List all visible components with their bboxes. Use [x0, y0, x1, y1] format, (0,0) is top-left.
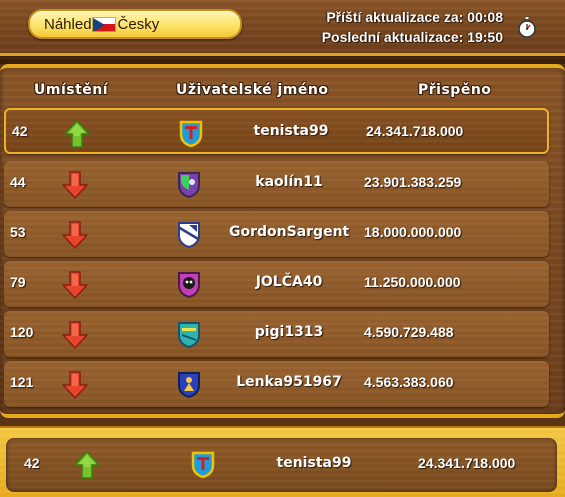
next-update-text: Příští aktualizace za: 00:08: [326, 9, 503, 25]
shield-blue-figure-icon: [178, 372, 200, 398]
language-label: Česky: [117, 15, 160, 33]
username[interactable]: tenista99: [254, 455, 374, 471]
trend-down-icon: [62, 371, 88, 399]
shield-T-icon: [191, 451, 215, 478]
rank-value: 42: [24, 455, 40, 471]
username[interactable]: pigi1313: [229, 324, 349, 340]
contributed-value: 11.250.000.000: [364, 274, 461, 290]
username[interactable]: JOLČA40: [229, 274, 349, 290]
shield-T-icon: [179, 120, 203, 147]
trend-up-icon: [64, 120, 90, 148]
rank-value: 42: [12, 123, 28, 139]
contributed-value: 4.590.729.488: [364, 324, 454, 340]
preview-language-dropdown[interactable]: Náhled Česky: [28, 9, 242, 39]
shield-skull-icon: [178, 272, 200, 298]
top-bar: Náhled Česky Příští aktualizace za: 00:0…: [0, 0, 565, 56]
shield-blue-white-icon: [178, 222, 200, 248]
trend-down-icon: [62, 221, 88, 249]
leaderboard-row-current[interactable]: 42 tenista99 24.341.718.000: [4, 108, 549, 154]
header-username: Uživatelské jméno: [176, 82, 329, 98]
contributed-value: 24.341.718.000: [366, 123, 464, 139]
leaderboard-row[interactable]: 53 GordonSargent 18.000.000.000: [4, 211, 549, 257]
rank-value: 79: [10, 274, 26, 290]
username[interactable]: Lenka951967: [229, 374, 349, 390]
username[interactable]: kaolín11: [229, 174, 349, 190]
leaderboard-row[interactable]: 79 JOLČA40 11.250.000.000: [4, 261, 549, 307]
czech-flag-icon: [91, 16, 116, 32]
leaderboard-row[interactable]: 120 pigi1313 4.590.729.488: [4, 311, 549, 357]
preview-label: Náhled: [44, 15, 92, 33]
contributed-value: 18.000.000.000: [364, 224, 462, 240]
current-player-footer: 42 tenista99 24.341.718.000: [0, 426, 565, 497]
leaderboard-panel: Umístění Uživatelské jméno Přispěno 42 t…: [0, 64, 565, 418]
username[interactable]: GordonSargent: [229, 224, 349, 240]
trend-down-icon: [62, 171, 88, 199]
rank-value: 120: [10, 324, 34, 340]
username[interactable]: tenista99: [231, 123, 351, 139]
trend-up-icon: [74, 451, 100, 479]
contributed-value: 24.341.718.000: [418, 455, 516, 471]
current-player-row[interactable]: 42 tenista99 24.341.718.000: [6, 438, 557, 492]
header-contributed: Přispěno: [418, 82, 492, 98]
rank-value: 121: [10, 374, 34, 390]
leaderboard-row[interactable]: 121 Lenka951967 4.563.383.060: [4, 361, 549, 407]
leaderboard-row[interactable]: 44 kaolín11 23.901.383.259: [4, 161, 549, 207]
contributed-value: 23.901.383.259: [364, 174, 462, 190]
trend-down-icon: [62, 271, 88, 299]
shield-green-purple-icon: [178, 172, 200, 198]
contributed-value: 4.563.383.060: [364, 374, 454, 390]
trend-down-icon: [62, 321, 88, 349]
stopwatch-icon[interactable]: [517, 16, 537, 38]
rank-value: 53: [10, 224, 26, 240]
header-rank: Umístění: [34, 82, 109, 98]
shield-teal-icon: [178, 322, 200, 348]
last-update-text: Poslední aktualizace: 19:50: [321, 29, 503, 45]
rank-value: 44: [10, 174, 26, 190]
